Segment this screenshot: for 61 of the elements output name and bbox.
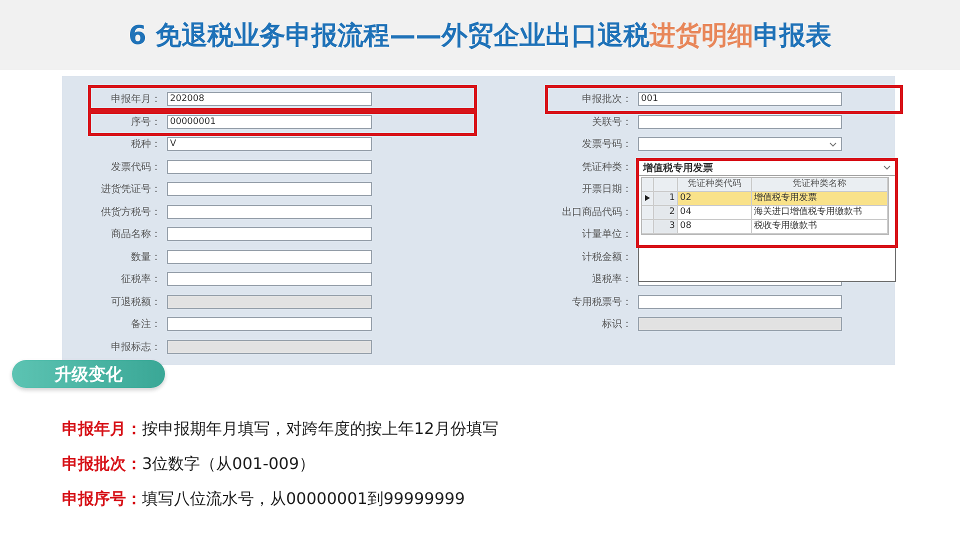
row-number: 2 [654,206,678,220]
chevron-down-icon[interactable] [883,165,891,170]
input-field[interactable] [167,250,372,264]
row-indicator-cell [642,220,654,234]
note-text: 3位数字（从001-009） [142,453,316,475]
input-field[interactable] [638,114,842,129]
input-field[interactable]: V [167,137,372,152]
input-field[interactable]: 00000001 [167,114,372,129]
field-label: 可退税额： [110,296,162,309]
field-label: 供货方税号： [100,206,162,219]
header-corner-cell [654,178,678,192]
option-name[interactable]: 增值税专用发票 [752,192,888,206]
input-field[interactable] [167,160,372,174]
input-field[interactable]: 001 [638,92,842,106]
input-field[interactable] [638,294,842,309]
note-label: 申报年月： [62,418,142,440]
field-label: 税种： [130,138,162,152]
note-label: 申报批次： [62,453,142,475]
field-label: 凭证种类： [581,160,633,174]
column-header: 凭证种类代码 [678,178,752,192]
field-label: 开票日期： [581,182,633,196]
input-field[interactable] [167,272,372,286]
field-label: 进货凭证号： [100,182,162,196]
field-label: 退税率： [591,272,633,286]
field-label: 计税金额： [581,250,633,264]
field-label: 数量： [130,250,162,264]
field-label: 发票代码： [110,160,162,174]
column-header: 凭证种类名称 [752,178,888,192]
option-name[interactable]: 海关进口增值税专用缴款书 [752,206,888,220]
option-name[interactable]: 税收专用缴款书 [752,220,888,234]
field-label: 备注： [130,318,162,332]
option-code[interactable]: 04 [678,206,752,220]
field-label: 商品名称： [110,228,162,242]
field-label: 申报年月： [110,92,162,106]
note-label: 申报序号： [62,488,142,510]
input-field[interactable] [167,204,372,219]
field-label: 关联号： [591,116,633,129]
field-label: 标识： [601,318,633,332]
row-number: 3 [654,220,678,234]
row-number: 1 [654,192,678,206]
input-field[interactable] [167,227,372,242]
field-label: 发票号码： [581,138,633,152]
field-label: 计量单位： [581,228,633,242]
option-code[interactable]: 08 [678,220,752,234]
option-code[interactable]: 02 [678,192,752,206]
input-field[interactable] [167,182,372,196]
slide-title: 6 免退税业务申报流程——外贸企业出口退税进货明细申报表 [128,20,832,52]
section-badge: 升级变化 [12,360,165,388]
field-label: 序号： [130,116,162,129]
note-text: 填写八位流水号，从00000001到99999999 [142,488,465,510]
field-label: 申报批次： [581,92,633,106]
field-label: 申报标志： [110,340,162,354]
chevron-down-icon[interactable] [829,142,837,147]
field-label: 专用税票号： [571,296,633,309]
input-field[interactable] [167,317,372,332]
input-field[interactable]: 202008 [167,92,372,106]
field-label: 征税率： [120,272,162,286]
voucher-type-select[interactable]: 增值税专用发票 [639,160,895,176]
note-text: 按申报期年月填写，对跨年度的按上年12月份填写 [142,418,498,440]
field-label: 出口商品代码： [561,206,633,219]
select-field[interactable] [638,137,842,152]
